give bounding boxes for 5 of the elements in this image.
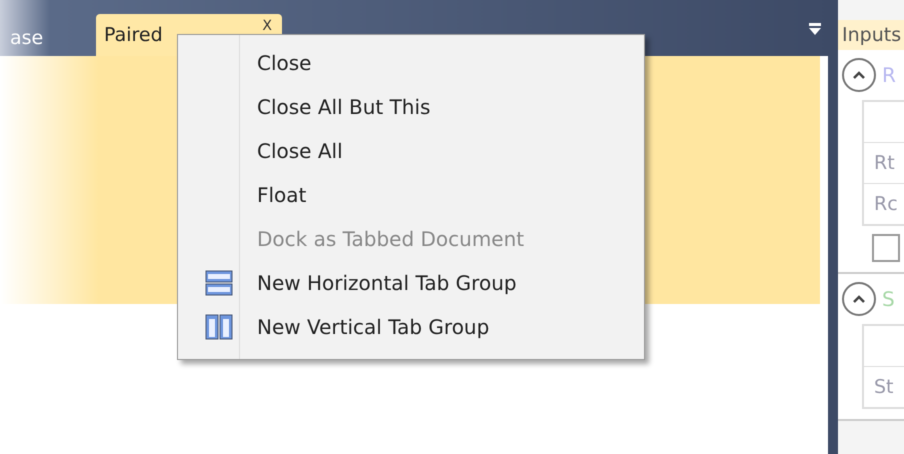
group-title: S	[882, 287, 895, 311]
row-label: Rt	[864, 142, 904, 183]
group-title: R	[882, 63, 896, 87]
row-label: St	[864, 366, 904, 407]
row-label: Rc	[864, 183, 904, 224]
